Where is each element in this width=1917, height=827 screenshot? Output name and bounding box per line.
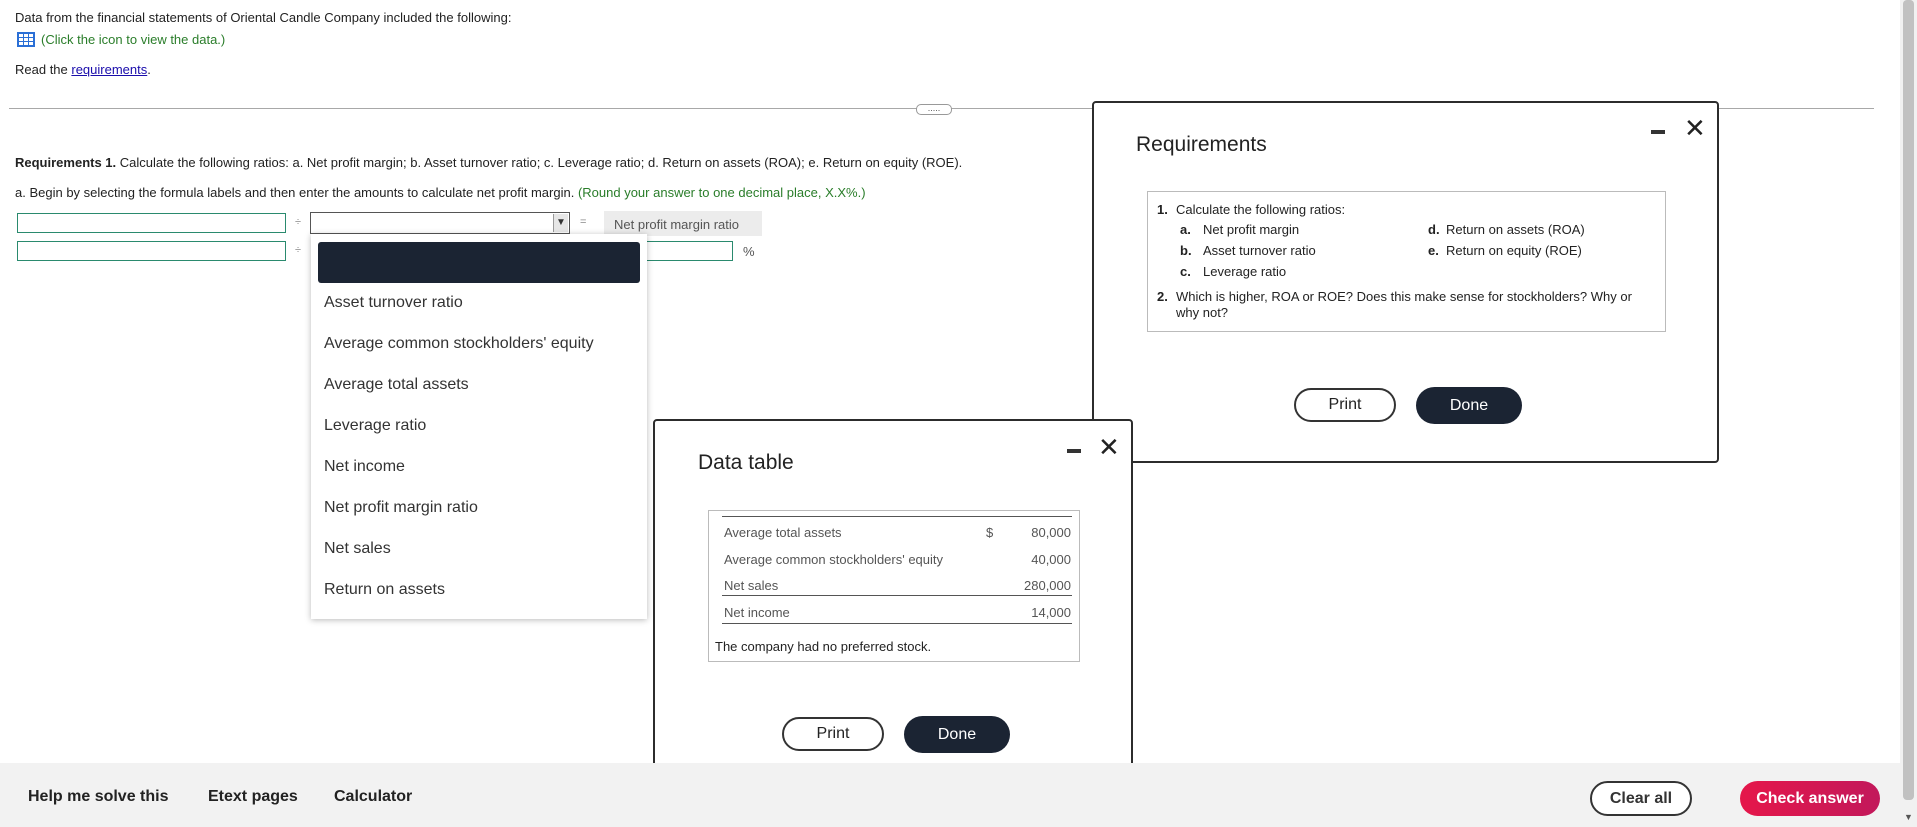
scroll-down-icon[interactable]: ▼ (1904, 812, 1913, 822)
dropdown-option[interactable]: Net sales (324, 540, 391, 558)
table-top-rule (722, 516, 1072, 517)
part-a-text: a. Begin by selecting the formula labels… (15, 185, 578, 200)
etext-pages-button[interactable]: Etext pages (208, 788, 298, 806)
help-me-solve-button[interactable]: Help me solve this (28, 788, 169, 806)
data-table-dialog: Data table ✕ Average total assets $ 80,0… (653, 419, 1133, 791)
table-row-label: Net sales (724, 578, 779, 593)
req-c-label: c. (1180, 264, 1191, 279)
divide-sign-2: ÷ (295, 244, 302, 256)
req-c-text: Leverage ratio (1203, 264, 1287, 279)
table-row-value: 40,000 (1031, 552, 1071, 567)
chevron-down-icon[interactable]: ▼ (553, 214, 568, 232)
table-bottom-rule (722, 623, 1072, 624)
table-row-label: Average total assets (724, 525, 842, 540)
numerator-amount-field[interactable] (17, 241, 286, 261)
req-item-2-number: 2. (1157, 289, 1168, 304)
req-d-text: Return on assets (ROA) (1446, 222, 1585, 237)
dropdown-option[interactable]: Leverage ratio (324, 417, 426, 435)
scrollbar-thumb[interactable] (1903, 0, 1914, 800)
result-amount-field[interactable] (645, 241, 733, 261)
equals-sign: = (580, 216, 587, 228)
table-row-value: 14,000 (1031, 605, 1071, 620)
clear-all-button[interactable]: Clear all (1590, 781, 1692, 816)
dropdown-option[interactable]: Net income (324, 458, 405, 476)
dropdown-option[interactable]: Return on assets (324, 581, 445, 599)
percent-sign: % (743, 244, 755, 259)
calculator-button[interactable]: Calculator (334, 788, 412, 806)
table-row-value: 280,000 (1024, 578, 1071, 593)
read-suffix: . (147, 62, 151, 77)
data-table-title: Data table (698, 451, 794, 474)
requirements-dialog: Requirements ✕ 1. Calculate the followin… (1092, 101, 1719, 463)
table-row-value: 80,000 (1031, 525, 1071, 540)
close-icon[interactable]: ✕ (1684, 115, 1706, 141)
data-table-print-button[interactable]: Print (782, 717, 884, 751)
req-e-text: Return on equity (ROE) (1446, 243, 1582, 258)
req-item-1-text: Calculate the following ratios: (1176, 202, 1346, 217)
read-requirements: Read the requirements. (15, 62, 151, 77)
table-row-label: Net income (724, 605, 790, 620)
table-row-currency: $ (986, 525, 994, 540)
dropdown-option[interactable]: Asset turnover ratio (324, 294, 463, 312)
check-answer-button[interactable]: Check answer (1740, 781, 1880, 816)
req-item-2-text: Which is higher, ROA or ROE? Does this m… (1176, 289, 1632, 320)
part-a-instruction: a. Begin by selecting the formula labels… (15, 185, 866, 200)
data-hint[interactable]: (Click the icon to view the data.) (17, 32, 225, 47)
requirement-1-label: Requirements 1. (15, 155, 117, 170)
result-label: Net profit margin ratio (614, 217, 739, 232)
numerator-label-field[interactable] (17, 213, 286, 233)
data-hint-text[interactable]: (Click the icon to view the data.) (41, 32, 225, 47)
requirement-1-prompt: Requirements 1. Calculate the following … (15, 155, 962, 170)
denominator-label-select[interactable]: ▼ (310, 212, 570, 234)
dropdown-option[interactable]: Net profit margin ratio (324, 499, 478, 517)
req-item-1-number: 1. (1157, 202, 1168, 217)
formula-label-dropdown[interactable]: Asset turnover ratio Average common stoc… (311, 234, 647, 619)
requirements-link[interactable]: requirements (71, 62, 147, 77)
requirement-1-text: Calculate the following ratios: a. Net p… (116, 155, 963, 170)
requirements-title: Requirements (1136, 133, 1267, 156)
minimize-icon[interactable] (1067, 449, 1081, 453)
req-b-label: b. (1180, 243, 1192, 258)
req-a-text: Net profit margin (1203, 222, 1300, 237)
data-table-box: Average total assets $ 80,000 Average co… (708, 510, 1080, 662)
dropdown-option[interactable]: Average total assets (324, 376, 469, 394)
requirements-box: 1. Calculate the following ratios: a. Ne… (1147, 191, 1666, 332)
requirements-print-button[interactable]: Print (1294, 388, 1396, 422)
table-note: The company had no preferred stock. (715, 639, 932, 654)
read-prefix: Read the (15, 62, 72, 77)
data-table-done-button[interactable]: Done (904, 716, 1010, 753)
req-e-label: e. (1428, 243, 1439, 258)
table-row-label: Average common stockholders' equity (724, 552, 944, 567)
divide-sign: ÷ (295, 216, 302, 228)
rounding-hint: (Round your answer to one decimal place,… (577, 185, 866, 200)
req-b-text: Asset turnover ratio (1203, 243, 1316, 258)
minimize-icon[interactable] (1651, 130, 1665, 134)
req-d-label: d. (1428, 222, 1440, 237)
table-row-rule (722, 595, 1072, 596)
intro-text: Data from the financial statements of Or… (15, 10, 512, 25)
close-icon[interactable]: ✕ (1098, 434, 1120, 460)
requirements-done-button[interactable]: Done (1416, 387, 1522, 424)
dropdown-option[interactable]: Average common stockholders' equity (324, 335, 594, 353)
data-grid-icon[interactable] (17, 32, 35, 47)
panel-splitter-handle[interactable]: ..... (916, 104, 952, 115)
dropdown-highlighted-blank-option[interactable] (318, 242, 640, 283)
req-a-label: a. (1180, 222, 1191, 237)
